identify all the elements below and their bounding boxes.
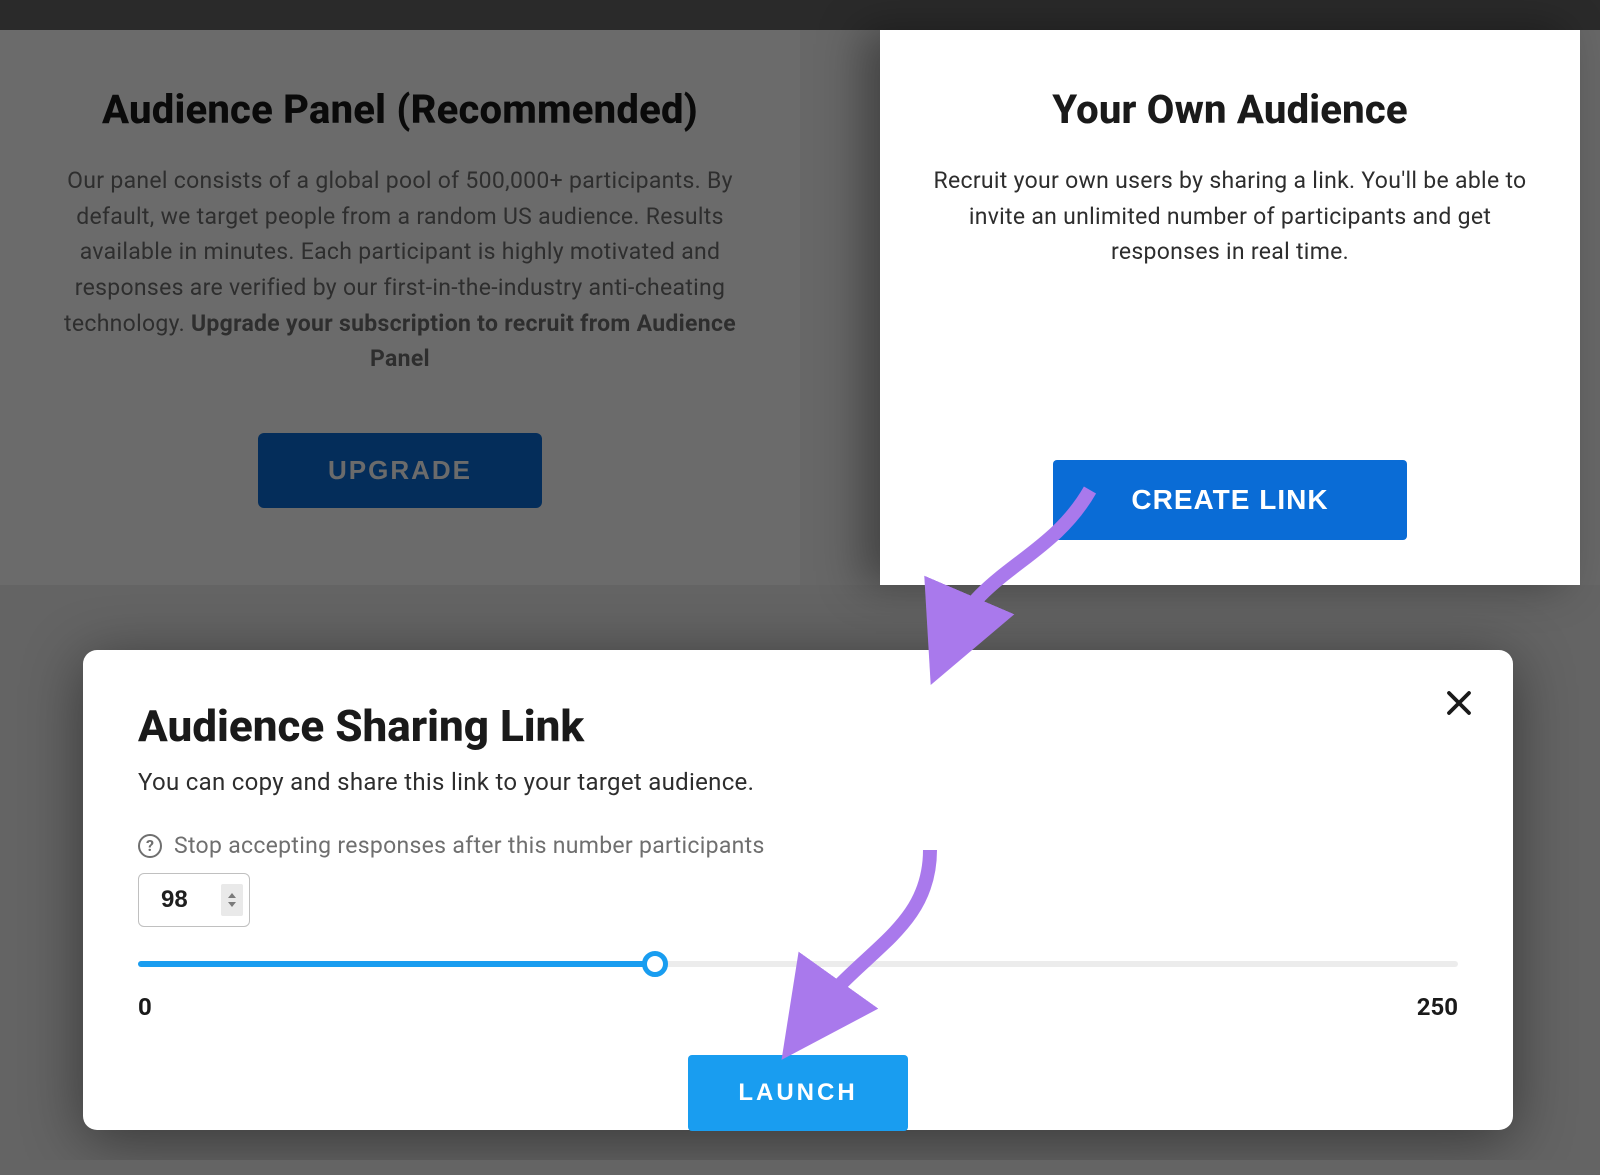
chevron-down-icon[interactable] bbox=[228, 902, 236, 907]
stepper-spinner[interactable] bbox=[221, 884, 243, 916]
help-icon[interactable]: ? bbox=[138, 834, 162, 858]
close-button[interactable] bbox=[1441, 686, 1477, 722]
stop-row: ? Stop accepting responses after this nu… bbox=[138, 832, 1458, 859]
slider-fill bbox=[138, 961, 655, 967]
participant-count-stepper[interactable] bbox=[138, 873, 250, 927]
participant-count-input[interactable] bbox=[161, 886, 217, 914]
slider-range-labels: 0 250 bbox=[138, 993, 1458, 1021]
participant-slider[interactable] bbox=[138, 951, 1458, 977]
audience-panel-desc-bold: Upgrade your subscription to recruit fro… bbox=[191, 310, 736, 373]
stop-label: Stop accepting responses after this numb… bbox=[174, 832, 765, 859]
chevron-up-icon[interactable] bbox=[228, 893, 236, 898]
audience-selection-region: Audience Panel (Recommended) Our panel c… bbox=[0, 0, 1600, 585]
audience-panel-card: Audience Panel (Recommended) Our panel c… bbox=[0, 30, 800, 585]
create-link-button[interactable]: CREATE LINK bbox=[1053, 460, 1406, 540]
own-audience-description: Recruit your own users by sharing a link… bbox=[920, 163, 1540, 270]
slider-max-label: 250 bbox=[1417, 993, 1458, 1021]
audience-sharing-link-modal: Audience Sharing Link You can copy and s… bbox=[83, 650, 1513, 1130]
bottom-band bbox=[0, 1160, 1600, 1175]
close-icon bbox=[1444, 688, 1474, 718]
launch-button[interactable]: LAUNCH bbox=[688, 1055, 907, 1131]
audience-panel-title: Audience Panel (Recommended) bbox=[40, 86, 760, 133]
audience-panel-description: Our panel consists of a global pool of 5… bbox=[55, 163, 745, 377]
slider-min-label: 0 bbox=[138, 993, 152, 1021]
slider-thumb[interactable] bbox=[642, 951, 668, 977]
modal-subtitle: You can copy and share this link to your… bbox=[138, 768, 1458, 796]
modal-title: Audience Sharing Link bbox=[138, 700, 1458, 752]
upgrade-button[interactable]: UPGRADE bbox=[258, 433, 542, 508]
own-audience-card[interactable]: Your Own Audience Recruit your own users… bbox=[880, 30, 1580, 585]
own-audience-title: Your Own Audience bbox=[920, 86, 1540, 133]
